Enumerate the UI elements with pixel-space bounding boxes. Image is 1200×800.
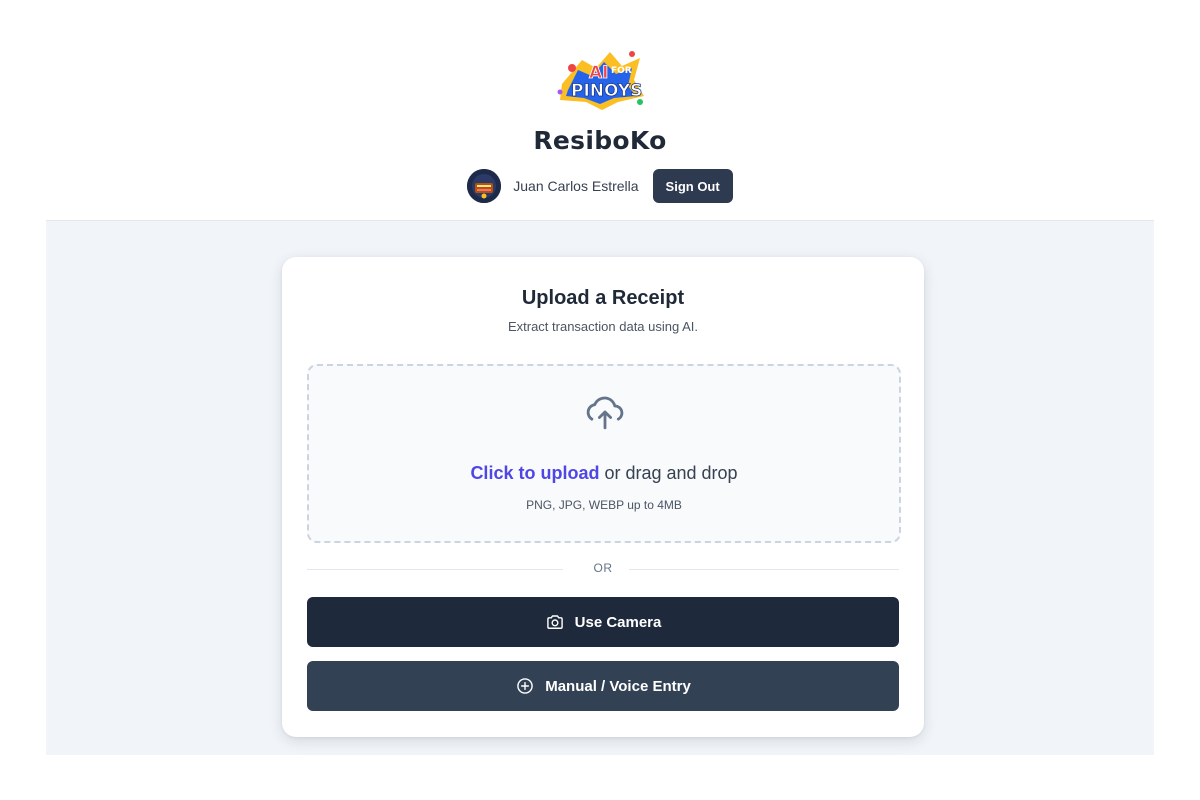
user-avatar[interactable] <box>467 169 502 203</box>
manual-voice-entry-button[interactable]: Manual / Voice Entry <box>307 661 899 711</box>
camera-icon <box>546 615 563 629</box>
use-camera-button[interactable]: Use Camera <box>307 597 899 647</box>
divider-line-right <box>629 569 899 570</box>
app-title: ResiboKo <box>533 126 667 155</box>
upload-instruction: Click to upload or drag and drop <box>309 463 899 484</box>
user-name: Juan Carlos Estrella <box>513 178 639 194</box>
card-title: Upload a Receipt <box>521 287 685 309</box>
logo-graphic: AI FOR PINOYS <box>557 51 644 110</box>
drag-drop-text: or drag and drop <box>599 463 738 483</box>
upload-card: Upload a Receipt Extract transaction dat… <box>282 257 924 737</box>
plus-circle-icon <box>517 678 533 694</box>
svg-text:FOR: FOR <box>611 66 632 76</box>
divider-text: OR <box>593 561 613 575</box>
use-camera-label: Use Camera <box>574 613 662 631</box>
click-to-upload-link[interactable]: Click to upload <box>470 463 599 483</box>
app-header: AI FOR PINOYS ResiboKo Juan Carlos Estre… <box>0 0 1200 220</box>
svg-text:PINOYS: PINOYS <box>571 81 642 101</box>
avatar-image <box>467 169 502 203</box>
upload-dropzone[interactable]: Click to upload or drag and drop PNG, JP… <box>307 364 901 543</box>
file-type-hint: PNG, JPG, WEBP up to 4MB <box>526 498 682 512</box>
cloud-upload-icon <box>586 396 624 430</box>
ai-for-pinoys-logo: AI FOR PINOYS <box>552 46 648 112</box>
manual-voice-entry-label: Manual / Voice Entry <box>545 677 691 695</box>
or-divider: OR <box>307 560 899 578</box>
card-subtitle: Extract transaction data using AI. <box>507 319 699 334</box>
sign-out-button[interactable]: Sign Out <box>652 169 733 203</box>
main-content: Upload a Receipt Extract transaction dat… <box>46 220 1154 755</box>
svg-text:AI: AI <box>589 63 608 83</box>
user-row: Juan Carlos Estrella Sign Out <box>467 169 733 203</box>
